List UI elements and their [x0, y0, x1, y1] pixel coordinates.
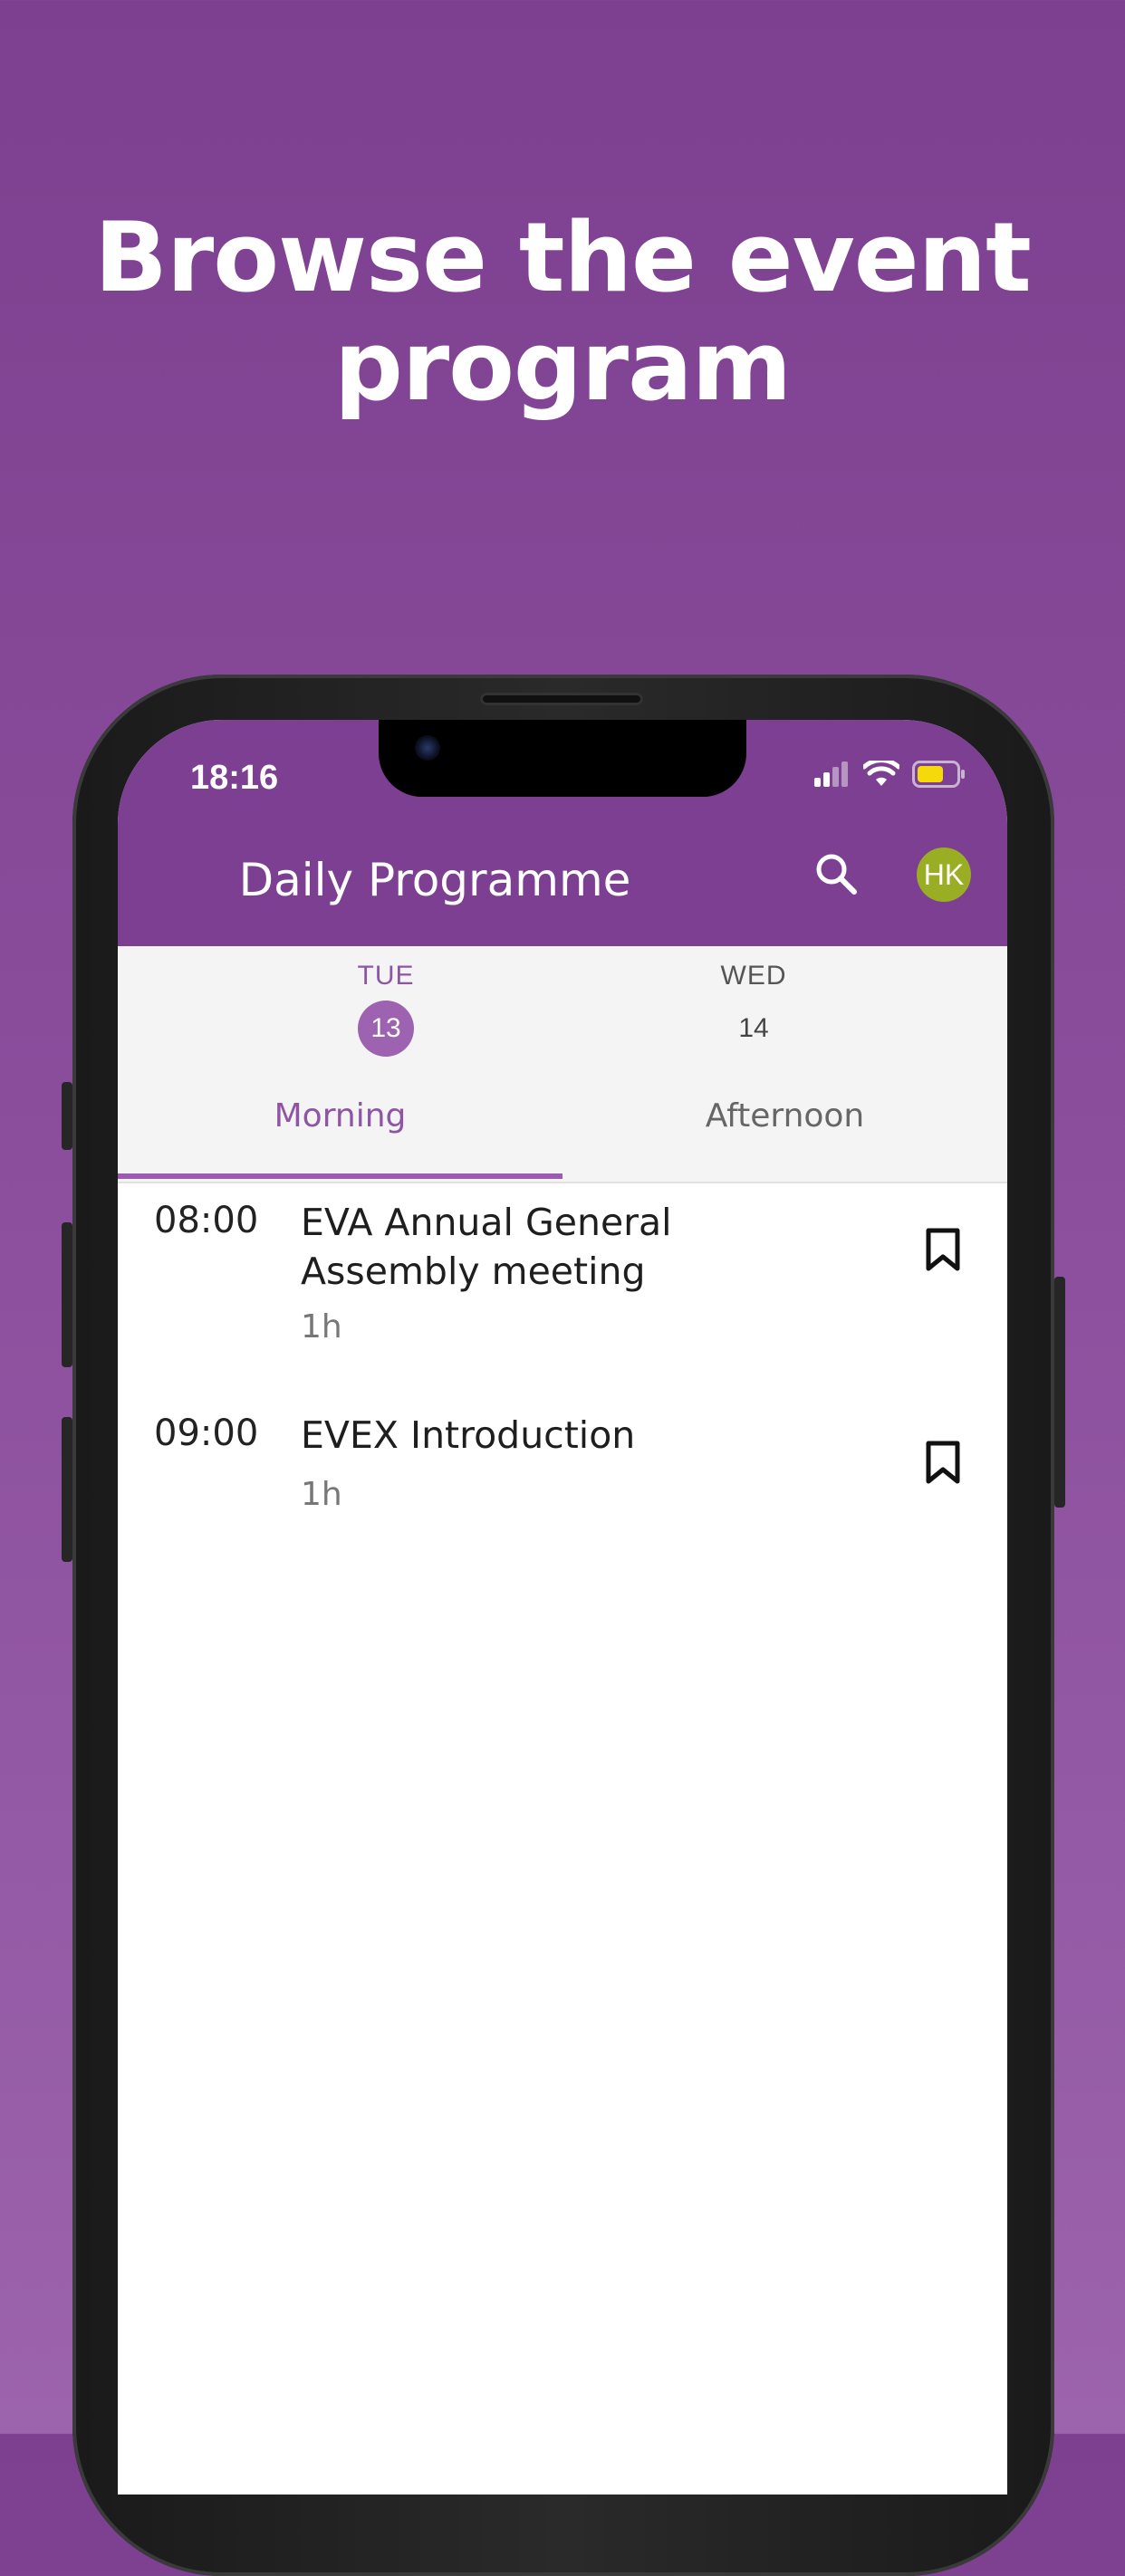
search-icon: [816, 854, 857, 895]
day-name: TUE: [357, 961, 415, 991]
status-icons: [814, 761, 966, 788]
phone-silent-switch: [62, 1082, 72, 1150]
status-time: 18:16: [190, 759, 279, 797]
session-duration: 1h: [301, 1476, 342, 1513]
day-wed-14[interactable]: WED 14: [690, 961, 817, 1057]
cellular-signal-icon: [814, 761, 848, 787]
session-item[interactable]: 09:00 EVEX Introduction 1h: [118, 1412, 1007, 1548]
wifi-icon: [863, 761, 899, 786]
day-number: 13: [358, 1001, 414, 1057]
session-title: EVA Annual General Assembly meeting: [301, 1201, 672, 1293]
session-item[interactable]: 08:00 EVA Annual General Assembly meetin…: [118, 1200, 1007, 1381]
search-button[interactable]: [811, 848, 861, 899]
phone-volume-up-button: [62, 1222, 72, 1367]
tab-morning[interactable]: Morning: [118, 1097, 562, 1135]
user-avatar[interactable]: HK: [917, 847, 971, 902]
day-number: 14: [738, 1013, 769, 1043]
phone-screen: 18:16 Daily Programme HK TUE 13 WED 14 M…: [118, 720, 1007, 2495]
battery-icon: [912, 761, 965, 788]
day-name: WED: [720, 961, 787, 991]
bookmark-icon[interactable]: [924, 1440, 962, 1485]
session-title: EVEX Introduction: [301, 1413, 636, 1457]
day-tue-13[interactable]: TUE 13: [322, 961, 449, 1057]
date-selector: TUE 13 WED 14 Morning Afternoon: [118, 946, 1007, 1183]
session-time: 08:00: [154, 1200, 259, 1241]
promo-headline-line1: Browse the event: [94, 202, 1032, 313]
phone-volume-down-button: [62, 1417, 72, 1562]
page-title: Daily Programme: [238, 854, 631, 906]
promo-headline: Browse the event program: [0, 204, 1125, 421]
promo-headline-line2: program: [333, 311, 792, 422]
phone-power-button: [1054, 1277, 1065, 1508]
active-tab-indicator: [118, 1173, 562, 1179]
session-duration: 1h: [301, 1308, 342, 1345]
tab-afternoon[interactable]: Afternoon: [562, 1097, 1007, 1135]
session-time: 09:00: [154, 1412, 259, 1454]
phone-speaker: [480, 693, 643, 705]
front-camera: [415, 735, 440, 761]
bookmark-icon[interactable]: [924, 1227, 962, 1272]
